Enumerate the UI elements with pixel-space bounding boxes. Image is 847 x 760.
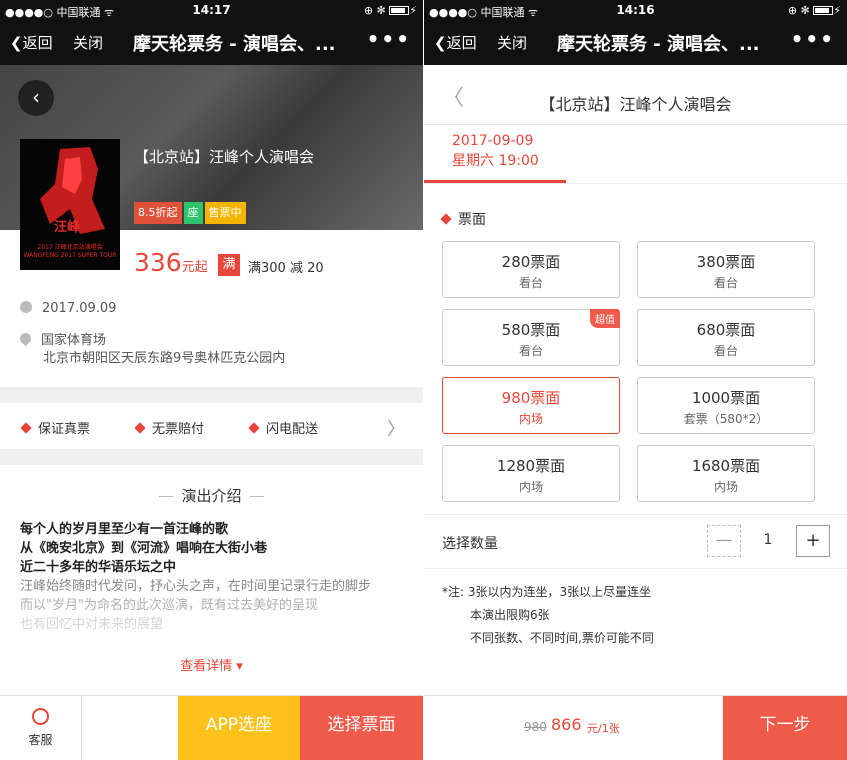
guarantee-genuine: 保证真票 [20, 418, 90, 437]
intro-line: 每个人的岁月里至少有一首汪峰的歌 [20, 522, 229, 537]
battery-icon [813, 6, 834, 15]
page-header: 〈 【北京站】汪峰个人演唱会 [424, 65, 847, 125]
section-title: 演出介绍 [0, 485, 423, 506]
value-badge: 超值 [590, 309, 620, 328]
nav-bar: ❮返回 关闭 摩天轮票务 - 演唱会、... ••• [424, 20, 847, 65]
event-tags: 8.5折起座售票中 [134, 201, 248, 224]
clock-icon [20, 301, 32, 313]
session-date: 2017-09-09 [452, 133, 534, 149]
ticket-option-680[interactable]: 680票面 看台 [637, 309, 815, 366]
view-details-link[interactable]: 查看详情 ▾ [0, 655, 423, 674]
intro-line: 从《晚安北京》到《河流》唱响在大街小巷 [20, 541, 268, 556]
diamond-icon [20, 422, 32, 434]
note-line: *注: 3张以内为连坐，3张以上尽量连坐 [442, 585, 652, 599]
back-button[interactable]: ❮返回 [10, 32, 53, 53]
poster-subtitle: 2017 汪峰北京站演唱会 WANGFENG 2017 SUPER TOUR [23, 244, 117, 259]
intro-line: 汪峰始终随时代发问，抒心头之声，在时间里记录行走的脚步 [20, 579, 372, 594]
on-sale-badge: 售票中 [204, 202, 246, 224]
close-button[interactable]: 关闭 [497, 32, 527, 53]
intro-line: 近二十多年的华语乐坛之中 [20, 560, 177, 575]
session-time: 星期六 19:00 [452, 153, 539, 169]
venue-row[interactable]: 国家体育场 [17, 329, 106, 348]
intro-line: 也有回忆中对未来的展望 [20, 617, 164, 632]
ticket-section-label: 票面 [440, 209, 486, 229]
battery-icon [389, 6, 410, 15]
note-line: 不同张数、不同时间,票价可能不同 [470, 631, 654, 645]
select-ticket-button[interactable]: 选择票面 [300, 696, 423, 760]
customer-service-button[interactable]: 客服 [0, 696, 82, 760]
more-menu-icon[interactable]: ••• [791, 27, 835, 51]
status-bar: ●●●●○ 中国联通 ᯤ 14:17 ⊕ ✻ ⚡ [0, 0, 423, 20]
checkout-bar: 980 866 元/1张 下一步 [424, 695, 847, 760]
price-unit: 元/1张 [587, 722, 620, 735]
back-button[interactable]: ❮返回 [434, 32, 477, 53]
ticket-option-1680[interactable]: 1680票面 内场 [637, 445, 815, 502]
guarantee-delivery: 闪电配送 [248, 418, 318, 437]
date-row: 2017.09.09 [20, 301, 116, 316]
status-time: 14:16 [616, 3, 655, 17]
nav-bar: ❮返回 关闭 摩天轮票务 - 演唱会、... ••• [0, 20, 423, 65]
status-time: 14:17 [192, 3, 231, 17]
location-pin-icon [17, 330, 34, 347]
ticket-select-screen: ●●●●○ 中国联通 ᯤ 14:16 ⊕ ✻ ⚡ ❮返回 关闭 摩天轮票务 - … [424, 0, 847, 760]
original-price: 980 [524, 720, 547, 734]
guarantee-compensation: 无票赔付 [134, 418, 204, 437]
venue-address: 北京市朝阳区天辰东路9号奥林匹克公园内 [43, 351, 286, 366]
intro-line: 而以"岁月"为命名的此次巡演，既有过去美好的呈现 [20, 598, 318, 613]
nav-title: 摩天轮票务 - 演唱会、... [133, 34, 336, 55]
status-icons: ⊕ ✻ ⚡ [787, 4, 841, 17]
guarantee-row[interactable]: 保证真票 无票赔付 闪电配送 〉 [0, 403, 423, 449]
tab-date-session[interactable]: 2017-09-09 星期六 19:00 [452, 131, 539, 171]
status-bar: ●●●●○ 中国联通 ᯤ 14:16 ⊕ ✻ ⚡ [424, 0, 847, 20]
page-title: 【北京站】汪峰个人演唱会 [539, 95, 732, 114]
seat-badge: 座 [183, 202, 203, 224]
divider [424, 514, 847, 515]
promo-badge: 满 [218, 254, 240, 276]
headset-icon [32, 708, 49, 725]
nav-title: 摩天轮票务 - 演唱会、... [557, 34, 760, 55]
customer-service-label: 客服 [28, 733, 53, 747]
starting-price: 336元起 [134, 248, 208, 277]
event-poster[interactable]: 汪峰 2017 汪峰北京站演唱会 WANGFENG 2017 SUPER TOU… [20, 139, 120, 270]
ticket-option-280[interactable]: 280票面 看台 [442, 241, 620, 298]
divider [424, 183, 847, 184]
status-icons: ⊕ ✻ ⚡ [363, 4, 417, 17]
event-title: 【北京站】汪峰个人演唱会 [134, 148, 315, 166]
quantity-label: 选择数量 [442, 536, 498, 552]
close-button[interactable]: 关闭 [73, 32, 103, 53]
divider [424, 568, 847, 569]
app-seat-select-button[interactable]: APP选座 [178, 696, 300, 760]
divider [0, 387, 423, 403]
quantity-value: 1 [763, 532, 773, 548]
discount-badge: 8.5折起 [134, 202, 182, 224]
ticket-option-1280[interactable]: 1280票面 内场 [442, 445, 620, 502]
back-circle-icon[interactable]: ‹ [18, 80, 54, 116]
ticket-option-980[interactable]: 980票面 内场 [442, 377, 620, 434]
bottom-action-bar: 客服 APP选座 选择票面 [0, 695, 423, 760]
ticket-option-380[interactable]: 380票面 看台 [637, 241, 815, 298]
diamond-icon [248, 422, 260, 434]
event-detail-screen: ●●●●○ 中国联通 ᯤ 14:17 ⊕ ✻ ⚡ ❮返回 关闭 摩天轮票务 - … [0, 0, 423, 760]
more-menu-icon[interactable]: ••• [367, 27, 411, 51]
ticket-option-580[interactable]: 超值 580票面 看台 [442, 309, 620, 366]
diamond-icon [440, 213, 452, 225]
ticket-option-1000[interactable]: 1000票面 套票（580*2） [637, 377, 815, 434]
chevron-right-icon[interactable]: 〉 [387, 415, 405, 441]
note-line: 本演出限购6张 [470, 608, 550, 622]
promo-text: 满300 减 20 [248, 261, 324, 276]
quantity-minus-button[interactable]: — [707, 525, 741, 557]
discounted-price: 866 [551, 715, 582, 734]
quantity-plus-button[interactable]: + [796, 525, 830, 557]
diamond-icon [134, 422, 146, 434]
divider [0, 449, 423, 465]
next-step-button[interactable]: 下一步 [723, 696, 847, 760]
poster-title: 汪峰 [53, 220, 80, 235]
